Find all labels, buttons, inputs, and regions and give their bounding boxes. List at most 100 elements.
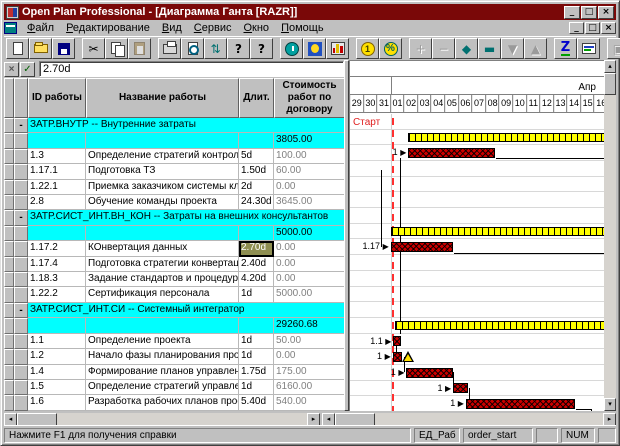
cell-id[interactable]: 1.22.1 xyxy=(28,180,86,195)
row-selector[interactable] xyxy=(4,257,14,272)
cell-name[interactable]: Определение стратегий контроля и отч xyxy=(86,149,239,164)
cell-cost[interactable]: 3645.00 xyxy=(274,195,344,210)
summary-bar[interactable] xyxy=(395,321,608,330)
activity-bar[interactable] xyxy=(406,368,452,378)
cell-cost-total[interactable]: 29260.68 xyxy=(274,318,344,333)
cell-name[interactable]: Формирование планов управления xyxy=(86,365,239,380)
cell-name[interactable]: Сертификация персонала xyxy=(86,287,239,302)
cell-cost-total[interactable]: 5000.00 xyxy=(274,226,344,241)
cell-cost[interactable]: 0.00 xyxy=(274,241,344,256)
cell-id[interactable]: 1.17.4 xyxy=(28,257,86,272)
cell-name[interactable] xyxy=(86,133,239,148)
cell-cost[interactable]: 5000.00 xyxy=(274,287,344,302)
group-label[interactable]: ЗАТР.СИСТ_ИНТ.ВН_КОН -- Затраты на внешн… xyxy=(28,210,344,225)
row-selector[interactable] xyxy=(4,180,14,195)
cell-id[interactable]: 1.1 xyxy=(28,334,86,349)
cell-duration[interactable]: 2.40d xyxy=(239,257,274,272)
cell-cost[interactable]: 0.00 xyxy=(274,180,344,195)
row-selector[interactable] xyxy=(4,210,14,225)
menu-вид[interactable]: Вид xyxy=(156,22,188,34)
cell-duration[interactable] xyxy=(239,133,274,148)
collapse-toggle[interactable]: - xyxy=(14,118,28,133)
print-preview-button[interactable] xyxy=(181,38,204,59)
app-icon[interactable] xyxy=(6,6,19,19)
cell-id[interactable]: 1.18.3 xyxy=(28,272,86,287)
cell-cost-total[interactable]: 3805.00 xyxy=(274,133,344,148)
copy-button[interactable] xyxy=(105,38,128,59)
row-selector[interactable] xyxy=(4,365,14,380)
document-icon[interactable] xyxy=(4,22,17,34)
col-header-cost[interactable]: Стоимость работ по договору xyxy=(274,78,344,118)
edit-confirm-button[interactable]: ✓ xyxy=(20,62,35,77)
row-selector[interactable] xyxy=(4,226,14,241)
menu-файл[interactable]: Файл xyxy=(21,22,60,34)
minimize-button[interactable]: _ xyxy=(564,6,580,19)
cell-name[interactable] xyxy=(86,318,239,333)
scroll-up-button[interactable]: ▴ xyxy=(604,60,616,73)
gantt-body[interactable]: Старт1 ▶1.17 ▶1.1 ▶1 ▶1 ▶1 ▶1 ▶ xyxy=(350,114,608,411)
activity-bar[interactable] xyxy=(391,242,453,252)
cell-id[interactable]: 1.3 xyxy=(28,149,86,164)
cell-duration[interactable]: 24.30d xyxy=(239,195,274,210)
sort-button[interactable]: ⇅ xyxy=(204,38,227,59)
resource-analysis-button[interactable] xyxy=(303,38,326,59)
cell-id[interactable] xyxy=(28,133,86,148)
save-document-button[interactable] xyxy=(52,38,75,59)
collapse-toggle[interactable]: - xyxy=(14,210,28,225)
collapse-toggle[interactable]: - xyxy=(14,303,28,318)
spreadsheet-view-button[interactable] xyxy=(577,38,600,59)
print-button[interactable] xyxy=(158,38,181,59)
activity-bar[interactable] xyxy=(393,352,402,362)
cell-id[interactable]: 1.4 xyxy=(28,365,86,380)
cell-name[interactable]: Подготовка стратегии конвертации xyxy=(86,257,239,272)
cell-cost[interactable]: 60.00 xyxy=(274,164,344,179)
row-selector[interactable] xyxy=(4,118,14,133)
context-help-button[interactable]: ? xyxy=(250,38,273,59)
cell-duration[interactable]: 5d xyxy=(239,149,274,164)
cell-id[interactable]: 1.22.2 xyxy=(28,287,86,302)
cell-duration[interactable]: 1d xyxy=(239,349,274,364)
new-document-button[interactable] xyxy=(6,38,29,59)
time-analysis-button[interactable] xyxy=(280,38,303,59)
cell-id[interactable]: 1.6 xyxy=(28,395,86,410)
cell-name[interactable] xyxy=(86,226,239,241)
cell-name[interactable]: Приемка заказчиком системы клиенто xyxy=(86,180,239,195)
cell-edit-input[interactable] xyxy=(39,61,344,77)
cell-duration[interactable]: 4.20d xyxy=(239,272,274,287)
row-selector[interactable] xyxy=(4,380,14,395)
expand-button[interactable]: ◆ xyxy=(455,38,478,59)
scroll-down-button[interactable]: ▾ xyxy=(604,398,616,411)
cell-name[interactable]: Начало фазы планирования проекта xyxy=(86,349,239,364)
vertical-scroll-thumb[interactable] xyxy=(604,73,616,95)
cell-id[interactable]: 1.17.2 xyxy=(28,241,86,256)
cell-cost[interactable]: 50.00 xyxy=(274,334,344,349)
row-selector[interactable] xyxy=(4,287,14,302)
histogram-button[interactable] xyxy=(326,38,349,59)
cell-name[interactable]: Определение проекта xyxy=(86,334,239,349)
cell-duration[interactable] xyxy=(239,226,274,241)
gantt-view-button[interactable]: Z xyxy=(554,38,577,59)
row-selector[interactable] xyxy=(4,133,14,148)
cell-name[interactable]: Задание стандартов и процедур по д xyxy=(86,272,239,287)
group-label[interactable]: ЗАТР.ВНУТР -- Внутренние затраты xyxy=(28,118,344,133)
child-minimize-button[interactable]: _ xyxy=(569,22,584,34)
activity-bar[interactable] xyxy=(453,383,468,393)
cell-duration-selected[interactable]: 2.70d xyxy=(239,241,274,256)
activity-bar[interactable] xyxy=(393,336,400,346)
cell-cost[interactable]: 175.00 xyxy=(274,365,344,380)
cell-duration[interactable]: 5.40d xyxy=(239,395,274,410)
row-selector[interactable] xyxy=(4,303,14,318)
cell-name[interactable]: Обучение команды проекта xyxy=(86,195,239,210)
cell-duration[interactable]: 1d xyxy=(239,334,274,349)
row-selector[interactable] xyxy=(4,164,14,179)
summary-bar[interactable] xyxy=(408,133,608,142)
cell-cost[interactable]: 100.00 xyxy=(274,149,344,164)
group-label[interactable]: ЗАТР.СИСТ_ИНТ.СИ -- Системный интегратор xyxy=(28,303,344,318)
cell-name[interactable]: Определение стратегий управления р xyxy=(86,380,239,395)
milestone-icon[interactable] xyxy=(402,351,414,362)
cell-duration[interactable]: 1d xyxy=(239,380,274,395)
cell-id[interactable]: 1.17.1 xyxy=(28,164,86,179)
row-selector[interactable] xyxy=(4,241,14,256)
menu-сервис[interactable]: Сервис xyxy=(188,22,238,34)
cell-name[interactable]: Подготовка ТЗ xyxy=(86,164,239,179)
